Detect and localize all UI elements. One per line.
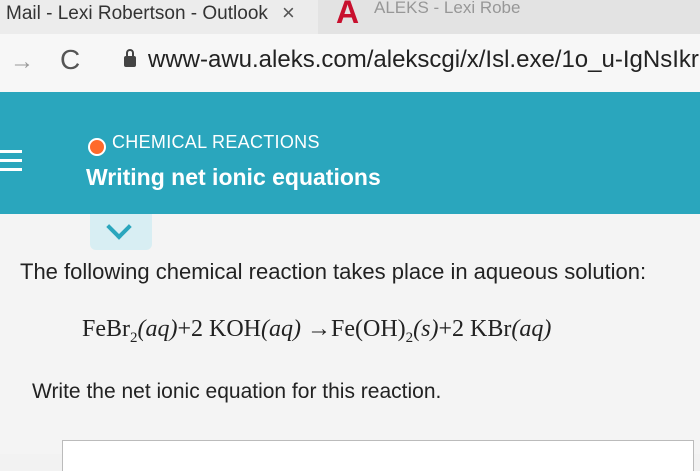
chevron-down-icon	[106, 214, 132, 240]
address-bar: → C www-awu.aleks.com/alekscgi/x/Isl.exe…	[0, 34, 700, 93]
reactant-1-state: (aq)	[137, 316, 178, 342]
question-text: Write the net ionic equation for this re…	[32, 380, 442, 403]
reaction-arrow: →	[301, 316, 331, 342]
tab-title: Mail - Lexi Robertson - Outlook	[6, 3, 268, 24]
topic-status-dot	[88, 138, 106, 156]
problem-panel: The following chemical reaction takes pl…	[0, 214, 700, 471]
product-1: Fe(OH)	[331, 316, 406, 342]
aleks-logo-icon: A	[336, 0, 360, 30]
forward-icon[interactable]: →	[10, 48, 34, 76]
lock-icon[interactable]	[124, 49, 136, 67]
product-2: +2 KBr	[438, 316, 512, 342]
problem-intro: The following chemical reaction takes pl…	[20, 259, 647, 284]
lesson-title: Writing net ionic equations	[86, 164, 381, 190]
hamburger-menu-icon[interactable]	[0, 150, 22, 177]
url-field[interactable]: www-awu.aleks.com/alekscgi/x/Isl.exe/1o_…	[148, 46, 700, 74]
product-2-state: (aq)	[511, 316, 552, 342]
tab-title-aleks: ALEKS - Lexi Robe	[374, 0, 521, 17]
reactant-1: FeBr	[82, 316, 130, 342]
chemical-equation: FeBr2(aq)+2 KOH(aq) →Fe(OH)2(s)+2 KBr(aq…	[82, 316, 551, 347]
browser-tab-bar: Mail - Lexi Robertson - Outlook × A ALEK…	[0, 0, 700, 34]
reload-icon[interactable]: C	[60, 44, 80, 76]
aleks-header: CHEMICAL REACTIONS Writing net ionic equ…	[0, 92, 700, 214]
product-1-state: (s)	[413, 316, 439, 342]
close-tab-icon[interactable]: ×	[282, 0, 295, 26]
reactant-2-state: (aq)	[261, 316, 301, 342]
topic-title: CHEMICAL REACTIONS	[112, 132, 320, 152]
browser-tab-outlook[interactable]: Mail - Lexi Robertson - Outlook ×	[0, 0, 318, 34]
answer-input[interactable]	[62, 440, 694, 471]
reactant-2: +2 KOH	[177, 316, 262, 342]
reactant-1-subscript: 2	[130, 329, 138, 346]
collapse-toggle[interactable]	[90, 214, 152, 250]
